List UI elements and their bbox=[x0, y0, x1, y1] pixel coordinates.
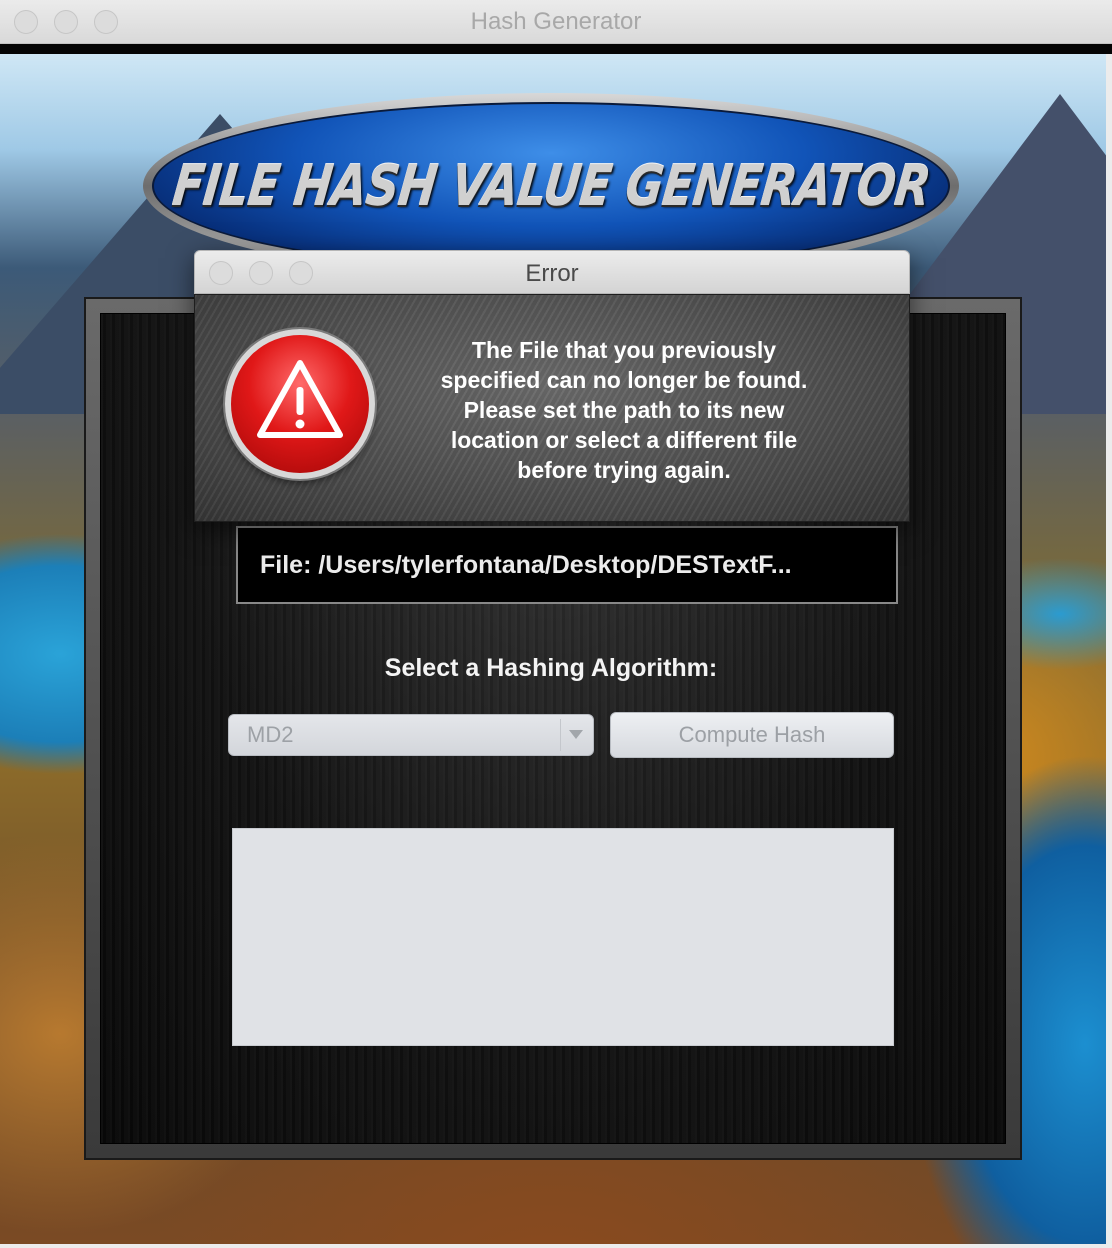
chevron-down-icon[interactable] bbox=[569, 730, 583, 739]
titlebar-divider bbox=[0, 44, 1112, 54]
dialog-body: The File that you previously specified c… bbox=[194, 294, 910, 522]
error-message: The File that you previously specified c… bbox=[440, 337, 808, 483]
algorithm-selected-value: MD2 bbox=[247, 722, 294, 747]
dialog-title: Error bbox=[525, 260, 579, 287]
compute-hash-button[interactable]: Compute Hash bbox=[610, 712, 894, 758]
logo-text: FILE HASH VALUE GENERATOR bbox=[169, 153, 933, 219]
window-title: Hash Generator bbox=[470, 8, 642, 35]
error-dialog: Error The File that you previously speci… bbox=[194, 250, 910, 522]
main-window: Hash Generator FILE HASH VALUE GENERATOR… bbox=[0, 0, 1112, 1248]
warning-icon bbox=[225, 329, 375, 479]
algorithm-label: Select a Hashing Algorithm: bbox=[384, 654, 718, 682]
algorithm-select[interactable]: MD2 bbox=[228, 714, 594, 756]
dialog-titlebar[interactable]: Error bbox=[194, 250, 910, 294]
file-path-display: File: /Users/tylerfontana/Desktop/DESTex… bbox=[236, 526, 898, 604]
window-titlebar[interactable]: Hash Generator bbox=[0, 0, 1112, 44]
hash-output-area[interactable] bbox=[232, 828, 894, 1046]
